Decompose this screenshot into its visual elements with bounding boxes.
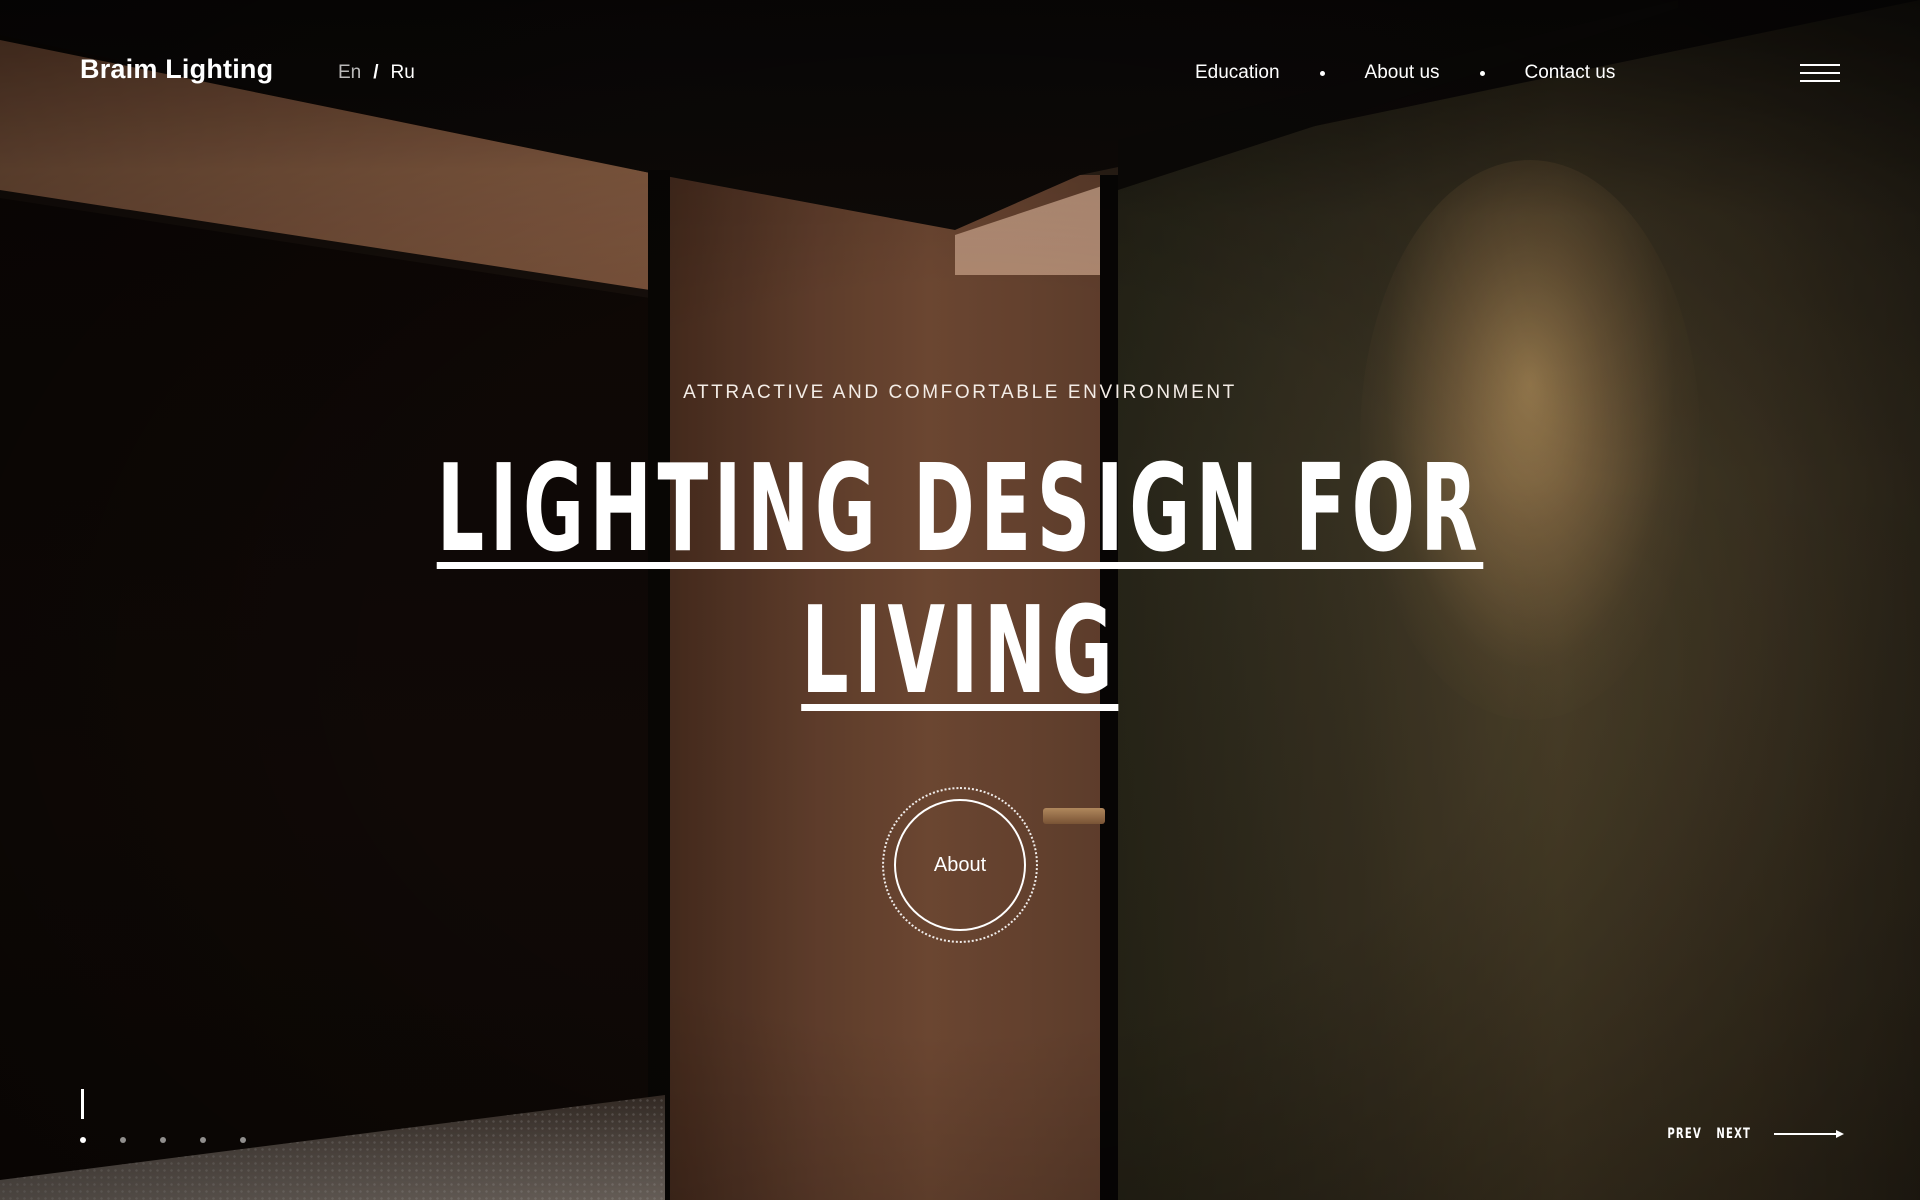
slide-dot-2[interactable] — [120, 1137, 126, 1143]
next-button[interactable]: NEXT — [1717, 1126, 1752, 1142]
nav-contact-us[interactable]: Contact us — [1525, 62, 1616, 84]
hero-title: LIGHTING DESIGN FOR LIVING — [0, 440, 1920, 724]
slide-pagination — [80, 1137, 246, 1143]
slide-dot-5[interactable] — [240, 1137, 246, 1143]
slide-dot-1[interactable] — [80, 1137, 86, 1143]
brand-logo[interactable]: Braim Lighting — [80, 54, 273, 85]
site-header: Braim Lighting En / Ru Education About u… — [0, 0, 1920, 150]
lang-separator: / — [373, 62, 379, 83]
nav-education[interactable]: Education — [1195, 62, 1280, 84]
about-button-label: About — [933, 853, 987, 876]
hero-title-line-1[interactable]: LIGHTING DESIGN FOR — [437, 440, 1484, 580]
lang-ru[interactable]: Ru — [391, 62, 415, 84]
nav-dot-separator — [1319, 70, 1325, 76]
hamburger-menu-icon[interactable] — [1800, 64, 1840, 82]
nav-about-us[interactable]: About us — [1365, 62, 1440, 84]
page: Braim Lighting En / Ru Education About u… — [0, 0, 1920, 1200]
lang-en[interactable]: En — [338, 62, 361, 84]
hero-title-line-2[interactable]: LIVING — [801, 582, 1118, 722]
slider-pager: PREV NEXT — [1663, 1126, 1844, 1142]
about-button-ring: About — [894, 799, 1026, 931]
hero-eyebrow: ATTRACTIVE AND COMFORTABLE ENVIRONMENT — [683, 382, 1237, 403]
slide-dot-4[interactable] — [200, 1137, 206, 1143]
prev-button[interactable]: PREV — [1667, 1126, 1702, 1142]
slide-progress-indicator — [81, 1089, 84, 1119]
nav-dot-separator — [1479, 70, 1485, 76]
main-nav: Education About us Contact us — [1195, 62, 1615, 84]
arrow-right-icon[interactable] — [1773, 1129, 1844, 1139]
about-button[interactable]: About — [882, 787, 1038, 943]
language-switcher: En / Ru — [338, 62, 415, 84]
slide-dot-3[interactable] — [160, 1137, 166, 1143]
